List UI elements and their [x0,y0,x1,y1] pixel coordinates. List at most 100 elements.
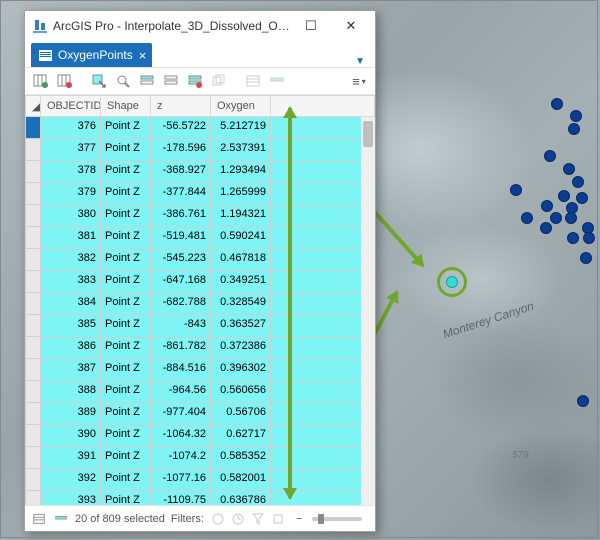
map-point[interactable] [572,176,584,188]
map-point[interactable] [541,200,553,212]
row-handle[interactable] [25,249,41,271]
cell-oxygen[interactable]: 0.372386 [211,337,271,359]
cell-shape[interactable]: Point Z [101,447,151,469]
cell-z[interactable]: -56.5722 [151,117,211,139]
cell-shape[interactable]: Point Z [101,359,151,381]
cell-oxygen[interactable]: 0.467818 [211,249,271,271]
cell-z[interactable]: -647.168 [151,271,211,293]
row-handle[interactable] [25,205,41,227]
cell-shape[interactable]: Point Z [101,271,151,293]
cell-shape[interactable]: Point Z [101,381,151,403]
maximize-button[interactable]: ☐ [291,12,331,40]
cell-oxygen[interactable]: 0.349251 [211,271,271,293]
map-point[interactable] [563,163,575,175]
row-handle[interactable] [25,381,41,403]
cell-z[interactable]: -368.927 [151,161,211,183]
table-row[interactable]: 389Point Z-977.4040.56706 [25,403,375,425]
table-row[interactable]: 376Point Z-56.57225.212719 [25,117,375,139]
cell-objectid[interactable]: 389 [41,403,101,425]
cell-shape[interactable]: Point Z [101,161,151,183]
column-header-z[interactable]: z [151,95,211,117]
map-point[interactable] [576,192,588,204]
tab-menu-caret-icon[interactable]: ▼ [355,56,369,67]
delete-selection-icon[interactable] [185,71,205,91]
cell-objectid[interactable]: 377 [41,139,101,161]
table-row[interactable]: 387Point Z-884.5160.396302 [25,359,375,381]
map-point[interactable] [580,252,592,264]
cell-z[interactable]: -377.844 [151,183,211,205]
map-point[interactable] [540,222,552,234]
row-handle[interactable] [25,337,41,359]
map-point[interactable] [551,98,563,110]
zoom-to-selection-icon[interactable] [113,71,133,91]
cell-oxygen[interactable]: 0.396302 [211,359,271,381]
row-handle[interactable] [25,271,41,293]
cell-z[interactable]: -386.761 [151,205,211,227]
cell-oxygen[interactable]: 0.363527 [211,315,271,337]
map-point[interactable] [565,212,577,224]
table-row[interactable]: 378Point Z-368.9271.293494 [25,161,375,183]
table-row[interactable]: 377Point Z-178.5962.537391 [25,139,375,161]
table-menu-button[interactable]: ≡▾ [349,71,369,91]
tab-close-icon[interactable]: × [139,48,147,63]
table-row[interactable]: 391Point Z-1074.20.585352 [25,447,375,469]
table-row[interactable]: 386Point Z-861.7820.372386 [25,337,375,359]
cell-shape[interactable]: Point Z [101,227,151,249]
filter-query-icon[interactable] [270,511,286,527]
column-header-oxygen[interactable]: Oxygen [211,95,271,117]
field-delete-icon[interactable] [55,71,75,91]
row-handle[interactable] [25,447,41,469]
row-handle[interactable] [25,227,41,249]
cell-oxygen[interactable]: 0.62717 [211,425,271,447]
cell-shape[interactable]: Point Z [101,337,151,359]
cell-shape[interactable]: Point Z [101,315,151,337]
cell-objectid[interactable]: 383 [41,271,101,293]
cell-objectid[interactable]: 393 [41,491,101,505]
zoom-minus[interactable]: − [296,513,302,525]
table-row[interactable]: 388Point Z-964.560.560656 [25,381,375,403]
filter-selection-icon[interactable] [250,511,266,527]
select-by-attributes-icon[interactable] [89,71,109,91]
table-row[interactable]: 383Point Z-647.1680.349251 [25,271,375,293]
cell-objectid[interactable]: 388 [41,381,101,403]
cell-shape[interactable]: Point Z [101,425,151,447]
cell-shape[interactable]: Point Z [101,183,151,205]
cell-oxygen[interactable]: 0.582001 [211,469,271,491]
map-point[interactable] [570,110,582,122]
cell-shape[interactable]: Point Z [101,293,151,315]
table-row[interactable]: 390Point Z-1064.320.62717 [25,425,375,447]
cell-objectid[interactable]: 387 [41,359,101,381]
row-handle[interactable] [25,139,41,161]
cell-z[interactable]: -1074.2 [151,447,211,469]
show-all-icon[interactable] [31,511,47,527]
scrollbar-thumb[interactable] [363,121,373,147]
cell-objectid[interactable]: 386 [41,337,101,359]
cell-z[interactable]: -884.516 [151,359,211,381]
map-point[interactable] [568,123,580,135]
cell-z[interactable]: -178.596 [151,139,211,161]
table-row[interactable]: 393Point Z-1109.750.636786 [25,491,375,505]
row-handle[interactable] [25,491,41,505]
cell-oxygen[interactable]: 0.56706 [211,403,271,425]
cell-shape[interactable]: Point Z [101,469,151,491]
cell-objectid[interactable]: 385 [41,315,101,337]
table-row[interactable]: 381Point Z-519.4810.590241 [25,227,375,249]
cell-objectid[interactable]: 376 [41,117,101,139]
cell-objectid[interactable]: 391 [41,447,101,469]
cell-oxygen[interactable]: 0.585352 [211,447,271,469]
map-point[interactable] [577,395,589,407]
cell-objectid[interactable]: 379 [41,183,101,205]
cell-shape[interactable]: Point Z [101,205,151,227]
field-add-icon[interactable] [31,71,51,91]
filter-extent-icon[interactable] [210,511,226,527]
map-point-selected[interactable] [446,276,458,288]
row-handle[interactable] [25,117,41,139]
copy-selection-icon[interactable] [209,71,229,91]
table-row[interactable]: 384Point Z-682.7880.328549 [25,293,375,315]
cell-z[interactable]: -977.404 [151,403,211,425]
row-handle[interactable] [25,315,41,337]
cell-oxygen[interactable]: 1.194321 [211,205,271,227]
cell-oxygen[interactable]: 1.265999 [211,183,271,205]
cell-z[interactable]: -861.782 [151,337,211,359]
map-point[interactable] [550,212,562,224]
